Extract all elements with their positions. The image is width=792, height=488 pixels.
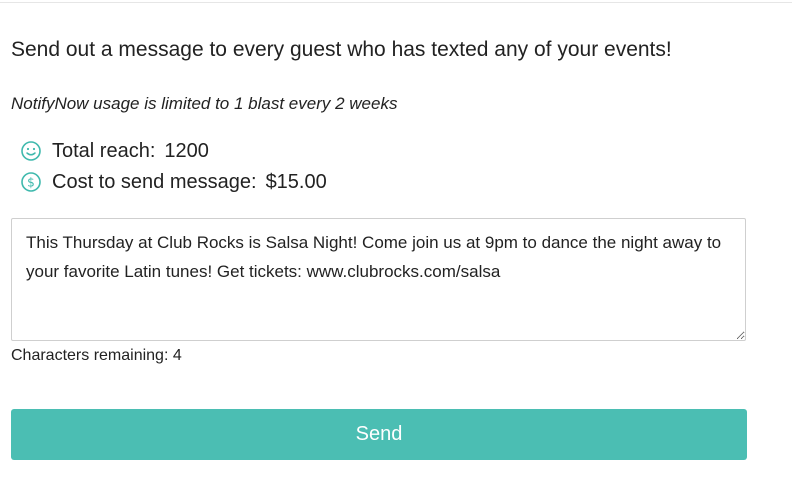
- smiley-face-icon: [20, 140, 42, 162]
- characters-remaining: Characters remaining: 4: [11, 347, 182, 364]
- total-reach-value: 1200: [164, 139, 209, 162]
- cost-label: Cost to send message:: [52, 170, 257, 193]
- page-headline: Send out a message to every guest who ha…: [11, 38, 672, 61]
- total-reach-label: Total reach:: [52, 139, 156, 162]
- message-textarea[interactable]: This Thursday at Club Rocks is Salsa Nig…: [11, 218, 746, 341]
- top-divider: [0, 2, 792, 3]
- cost-row: $ Cost to send message: $15.00: [20, 169, 327, 195]
- send-button[interactable]: Send: [11, 409, 747, 460]
- usage-note: NotifyNow usage is limited to 1 blast ev…: [11, 94, 398, 113]
- dollar-circle-icon: $: [20, 171, 42, 193]
- total-reach-row: Total reach: 1200: [20, 138, 209, 164]
- svg-text:$: $: [27, 176, 35, 190]
- cost-value: $15.00: [265, 170, 327, 193]
